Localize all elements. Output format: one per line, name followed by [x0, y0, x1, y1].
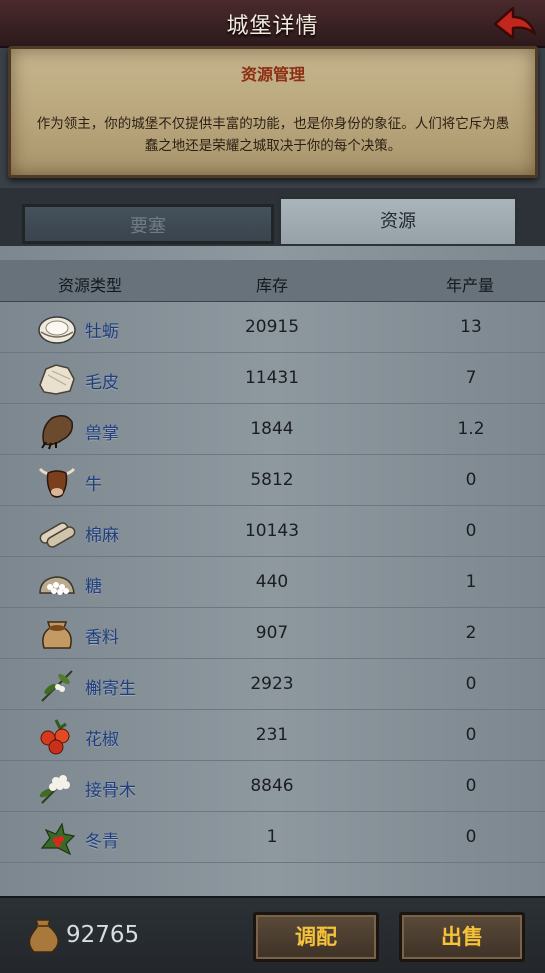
tab-resources[interactable]: 资源 — [278, 196, 518, 244]
table-row[interactable]: 冬青 1 0 — [0, 812, 545, 863]
resource-name: 毛皮 — [85, 373, 119, 393]
mistletoe-icon — [41, 670, 73, 702]
table-row[interactable]: 糖 440 1 — [0, 557, 545, 608]
linen-icon — [39, 522, 76, 548]
resource-stock: 8846 — [250, 776, 294, 796]
back-arrow-icon — [493, 6, 537, 40]
pepper-icon — [40, 719, 70, 755]
table-row[interactable]: 牡蛎 20915 13 — [0, 302, 545, 353]
resource-name: 冬青 — [85, 832, 119, 852]
resource-yield: 0 — [465, 776, 477, 796]
title-bar: 城堡详情 — [0, 0, 545, 48]
resource-yield: 0 — [465, 725, 477, 745]
tab-fortress[interactable]: 要塞 — [22, 204, 274, 244]
resource-yield: 0 — [465, 674, 477, 694]
resource-stock: 5812 — [250, 470, 294, 490]
resource-info-panel: 资源管理 作为领主，你的城堡不仅提供丰富的功能，也是你身份的象征。人们将它斥为愚… — [8, 46, 538, 178]
holly-icon — [40, 822, 76, 856]
column-header-type: 资源类型 — [57, 276, 122, 295]
bottom-bar: 92765 调配 出售 — [0, 896, 545, 973]
resource-stock: 10143 — [244, 521, 300, 541]
resource-yield: 2 — [465, 623, 477, 643]
resource-stock: 20915 — [244, 317, 300, 337]
resource-yield: 0 — [465, 827, 477, 847]
resource-stock: 440 — [255, 572, 289, 592]
table-rows[interactable]: 牡蛎 20915 13 毛皮 11431 7 兽掌 1844 1.2 牛 581… — [0, 302, 545, 863]
resource-yield: 1.2 — [457, 419, 485, 439]
resource-name: 棉麻 — [85, 526, 119, 546]
resource-yield: 0 — [465, 521, 477, 541]
column-header-yield: 年产量 — [445, 276, 494, 295]
panel-title: 资源管理 — [240, 65, 305, 84]
resource-yield: 1 — [465, 572, 477, 592]
resource-stock: 1844 — [250, 419, 294, 439]
fur-icon — [39, 364, 75, 395]
resource-stock: 907 — [255, 623, 289, 643]
tab-bar: 要塞 资源 — [0, 188, 545, 246]
table-row[interactable]: 花椒 231 0 — [0, 710, 545, 761]
ox-icon — [38, 467, 76, 498]
currency-amount: 92765 — [66, 922, 140, 948]
money-bag-icon — [28, 919, 59, 953]
table-header: 资源类型 库存 年产量 — [0, 260, 545, 302]
table-row[interactable]: 棉麻 10143 0 — [0, 506, 545, 557]
table-row[interactable]: 兽掌 1844 1.2 — [0, 404, 545, 455]
resource-table: 资源类型 库存 年产量 牡蛎 20915 13 毛皮 11431 7 兽掌 18… — [0, 246, 545, 896]
resource-stock: 2923 — [250, 674, 294, 694]
resource-stock: 11431 — [244, 368, 300, 388]
table-row[interactable]: 槲寄生 2923 0 — [0, 659, 545, 710]
panel-description: 作为领主，你的城堡不仅提供丰富的功能，也是你身份的象征。人们将它斥为愚蠢之地还是… — [36, 116, 510, 154]
sugar-icon — [39, 576, 75, 595]
column-header-stock: 库存 — [255, 276, 288, 295]
table-row[interactable]: 牛 5812 0 — [0, 455, 545, 506]
resource-name: 花椒 — [85, 730, 119, 750]
table-row[interactable]: 接骨木 8846 0 — [0, 761, 545, 812]
resource-stock: 1 — [266, 827, 278, 847]
resource-name: 牛 — [85, 475, 102, 495]
resource-name: 槲寄生 — [85, 679, 136, 699]
resource-stock: 231 — [255, 725, 289, 745]
back-button[interactable] — [491, 4, 539, 44]
table-row[interactable]: 毛皮 11431 7 — [0, 353, 545, 404]
resource-yield: 0 — [465, 470, 477, 490]
spice-icon — [42, 621, 72, 649]
resource-name: 接骨木 — [85, 781, 136, 801]
resource-yield: 13 — [460, 317, 482, 337]
resource-name: 兽掌 — [85, 424, 119, 444]
allocate-button[interactable]: 调配 — [253, 912, 379, 962]
page-title: 城堡详情 — [226, 14, 319, 39]
resource-name: 香料 — [85, 628, 119, 648]
sell-button[interactable]: 出售 — [399, 912, 525, 962]
resource-yield: 7 — [465, 368, 477, 388]
oyster-icon — [38, 316, 76, 344]
paw-icon — [41, 415, 74, 450]
elder-icon — [39, 775, 70, 804]
resource-name: 糖 — [85, 577, 102, 597]
resource-name: 牡蛎 — [85, 322, 119, 342]
table-row[interactable]: 香料 907 2 — [0, 608, 545, 659]
